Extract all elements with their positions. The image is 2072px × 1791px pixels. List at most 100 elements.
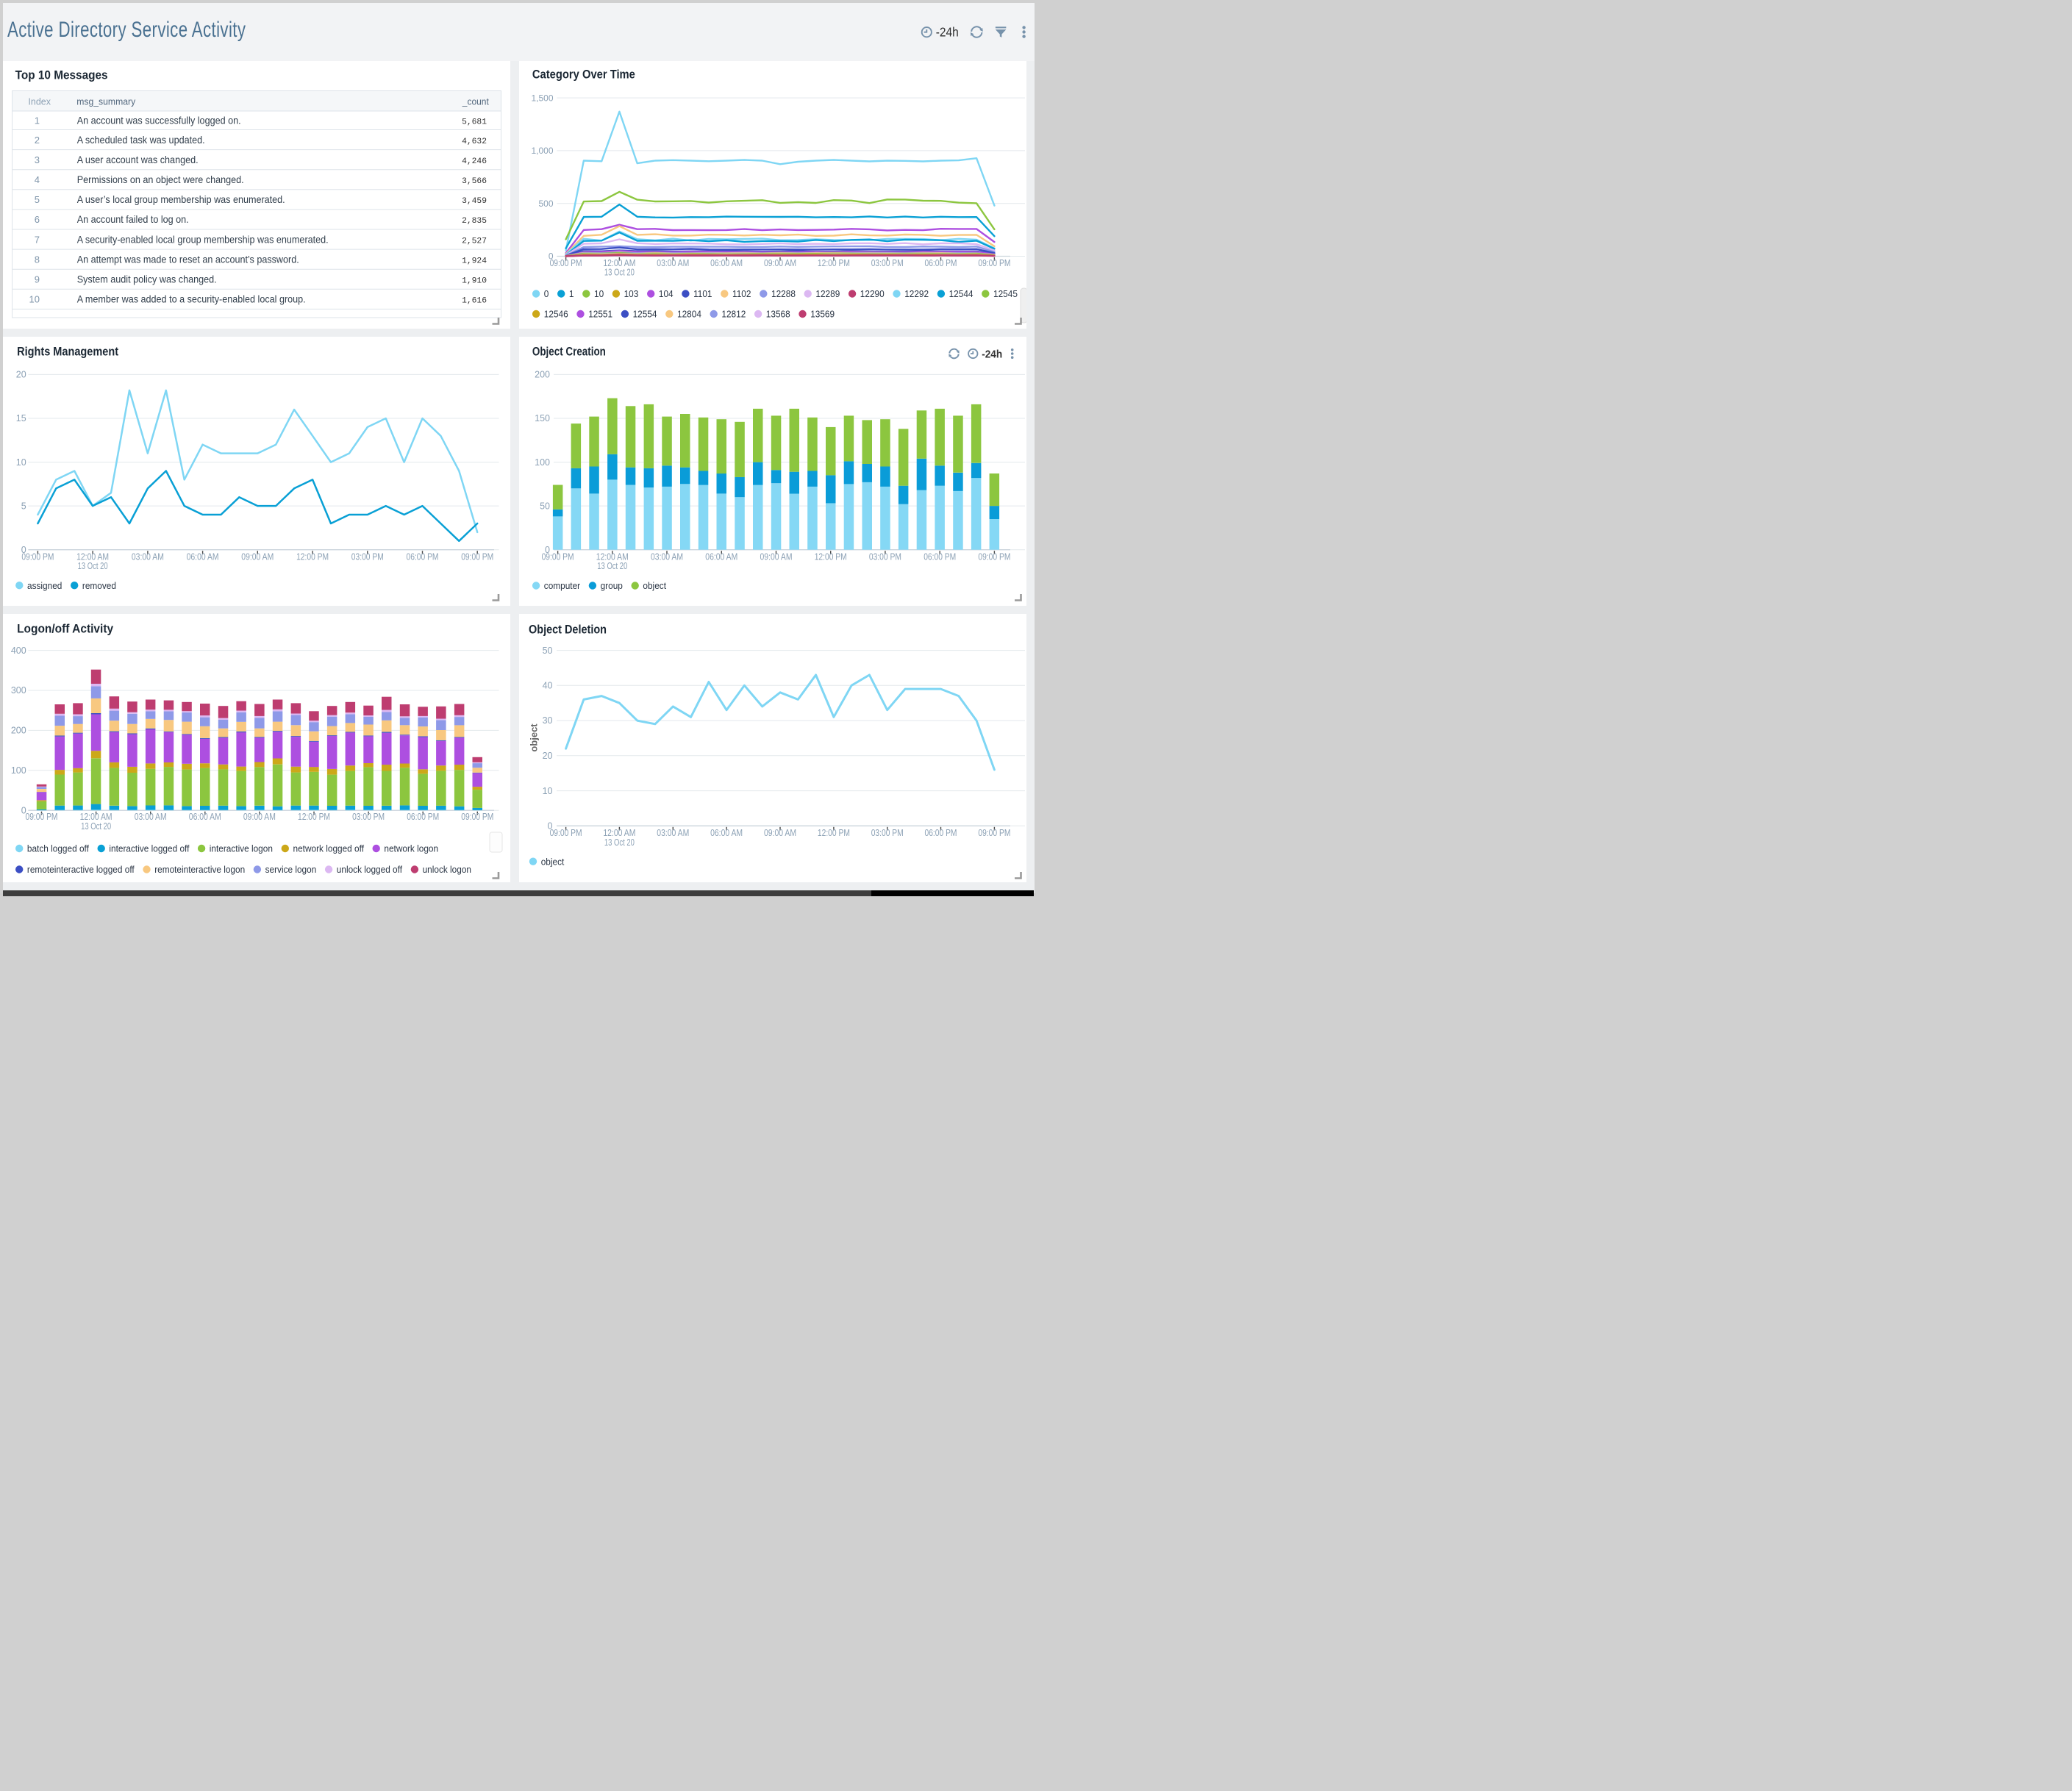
- svg-text:Top 10 Messages: Top 10 Messages: [15, 68, 108, 82]
- svg-text:1,910: 1,910: [462, 277, 487, 286]
- svg-text:12804: 12804: [677, 309, 701, 320]
- svg-text:A user’s local group membershi: A user’s local group membership was enum…: [77, 193, 285, 205]
- svg-text:09:00 PM: 09:00 PM: [461, 551, 493, 562]
- svg-text:06:00 AM: 06:00 AM: [710, 828, 743, 838]
- svg-text:40: 40: [543, 681, 553, 691]
- svg-text:An attempt was made to reset a: An attempt was made to reset an account’…: [77, 254, 299, 265]
- svg-text:12:00 PM: 12:00 PM: [818, 258, 850, 268]
- svg-text:A security-enabled local group: A security-enabled local group membershi…: [77, 233, 329, 245]
- svg-text:assigned: assigned: [27, 580, 62, 591]
- svg-text:09:00 PM: 09:00 PM: [550, 828, 582, 838]
- svg-text:An account was successfully lo: An account was successfully logged on.: [77, 115, 241, 126]
- svg-text:03:00 PM: 03:00 PM: [869, 551, 901, 562]
- svg-text:03:00 PM: 03:00 PM: [871, 828, 904, 838]
- svg-text:20: 20: [16, 370, 26, 380]
- svg-text:06:00 PM: 06:00 PM: [407, 551, 439, 562]
- svg-text:12551: 12551: [588, 309, 612, 320]
- svg-text:5,681: 5,681: [462, 118, 487, 127]
- svg-text:System audit policy was change: System audit policy was changed.: [77, 274, 217, 285]
- svg-text:06:00 AM: 06:00 AM: [189, 812, 221, 822]
- svg-text:30: 30: [543, 715, 553, 726]
- svg-text:object: object: [541, 856, 565, 867]
- svg-text:Object Creation: Object Creation: [532, 346, 606, 359]
- svg-text:09:00 AM: 09:00 AM: [243, 812, 276, 822]
- svg-text:10: 10: [594, 288, 604, 299]
- svg-text:9: 9: [35, 274, 40, 285]
- svg-text:4,246: 4,246: [462, 157, 487, 166]
- svg-text:msg_summary: msg_summary: [76, 97, 136, 107]
- svg-text:Rights Management: Rights Management: [17, 346, 118, 359]
- svg-text:09:00 PM: 09:00 PM: [978, 258, 1010, 268]
- svg-text:batch logged off: batch logged off: [27, 843, 89, 854]
- svg-text:10: 10: [16, 457, 26, 468]
- svg-text:50: 50: [540, 501, 550, 511]
- svg-text:group: group: [601, 580, 623, 591]
- svg-text:12554: 12554: [633, 309, 657, 320]
- svg-text:Permissions on an object were: Permissions on an object were changed.: [77, 174, 244, 185]
- svg-text:09:00 PM: 09:00 PM: [978, 828, 1010, 838]
- svg-text:1: 1: [569, 288, 574, 299]
- svg-text:-24h: -24h: [982, 348, 1002, 361]
- svg-text:removed: removed: [82, 580, 116, 591]
- svg-text:13568: 13568: [766, 309, 790, 320]
- svg-text:20: 20: [543, 751, 553, 761]
- svg-text:50: 50: [543, 646, 553, 656]
- svg-text:10: 10: [543, 786, 553, 796]
- svg-text:103: 103: [624, 288, 639, 299]
- svg-text:Category Over Time: Category Over Time: [532, 68, 635, 82]
- svg-text:-24h: -24h: [936, 25, 959, 40]
- svg-text:03:00 PM: 03:00 PM: [871, 258, 904, 268]
- svg-text:09:00 PM: 09:00 PM: [26, 812, 58, 822]
- svg-text:12290: 12290: [860, 288, 885, 299]
- svg-text:remoteinteractive logged off: remoteinteractive logged off: [27, 864, 135, 875]
- svg-text:_count: _count: [462, 97, 489, 107]
- svg-text:06:00 AM: 06:00 AM: [710, 258, 743, 268]
- svg-text:06:00 PM: 06:00 PM: [407, 812, 439, 822]
- svg-text:object: object: [528, 723, 539, 752]
- svg-text:200: 200: [535, 370, 550, 380]
- svg-text:1: 1: [35, 115, 40, 126]
- svg-text:09:00 AM: 09:00 AM: [764, 258, 796, 268]
- svg-text:object: object: [643, 580, 666, 591]
- svg-text:7: 7: [35, 234, 40, 245]
- svg-text:network logged off: network logged off: [293, 843, 365, 854]
- svg-text:2: 2: [35, 135, 40, 146]
- svg-text:03:00 AM: 03:00 AM: [135, 812, 167, 822]
- svg-text:12292: 12292: [904, 288, 929, 299]
- svg-text:computer: computer: [544, 580, 581, 591]
- svg-text:09:00 PM: 09:00 PM: [978, 551, 1010, 562]
- svg-text:2,527: 2,527: [462, 237, 487, 246]
- svg-text:2,835: 2,835: [462, 217, 487, 226]
- svg-text:1,616: 1,616: [462, 297, 487, 306]
- svg-text:13569: 13569: [810, 309, 835, 320]
- svg-text:03:00 AM: 03:00 AM: [657, 828, 689, 838]
- svg-text:A member was added to a securi: A member was added to a security-enabled…: [77, 293, 306, 305]
- svg-text:A user account was changed.: A user account was changed.: [77, 154, 199, 165]
- svg-text:1,500: 1,500: [531, 93, 553, 103]
- svg-text:Logon/off Activity: Logon/off Activity: [17, 623, 114, 636]
- svg-text:remoteinteractive logon: remoteinteractive logon: [154, 864, 245, 875]
- svg-text:09:00 AM: 09:00 AM: [760, 551, 793, 562]
- svg-text:09:00 PM: 09:00 PM: [21, 551, 54, 562]
- svg-text:6: 6: [35, 214, 40, 225]
- svg-text:12:00 PM: 12:00 PM: [818, 828, 850, 838]
- svg-text:0: 0: [544, 288, 549, 299]
- svg-text:15: 15: [16, 413, 26, 423]
- svg-text:3: 3: [35, 154, 40, 165]
- svg-text:03:00 PM: 03:00 PM: [352, 812, 385, 822]
- svg-text:300: 300: [11, 685, 26, 696]
- svg-text:06:00 AM: 06:00 AM: [705, 551, 737, 562]
- svg-text:03:00 AM: 03:00 AM: [657, 258, 689, 268]
- svg-text:09:00 PM: 09:00 PM: [461, 812, 493, 822]
- svg-text:network logon: network logon: [384, 843, 438, 854]
- svg-text:12:00 PM: 12:00 PM: [815, 551, 847, 562]
- svg-text:100: 100: [11, 765, 26, 776]
- svg-text:3,566: 3,566: [462, 177, 487, 186]
- svg-text:13 Oct 20: 13 Oct 20: [78, 561, 108, 571]
- svg-text:unlock logged off: unlock logged off: [337, 864, 403, 875]
- svg-text:12812: 12812: [721, 309, 746, 320]
- svg-text:500: 500: [538, 199, 553, 209]
- svg-text:1102: 1102: [732, 288, 751, 299]
- svg-text:06:00 PM: 06:00 PM: [925, 258, 957, 268]
- svg-text:Index: Index: [28, 97, 51, 107]
